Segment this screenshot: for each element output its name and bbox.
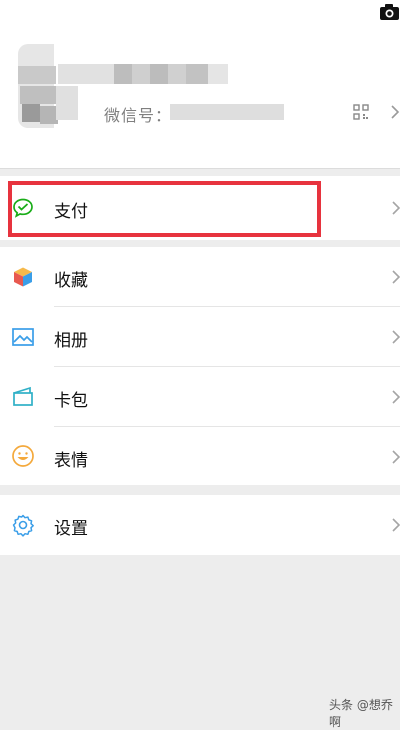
chevron-right-icon (392, 201, 400, 215)
smiley-icon (12, 445, 34, 467)
menu-item-label: 卡包 (54, 391, 88, 411)
chevron-right-icon (392, 450, 400, 464)
gear-icon (12, 514, 34, 537)
camera-icon[interactable] (378, 2, 400, 22)
menu-item-album[interactable]: 相册 (0, 307, 400, 367)
photo-album-icon (12, 328, 34, 346)
profile-header[interactable]: 微信号： (0, 0, 400, 169)
chevron-right-icon (391, 105, 400, 119)
menu-item-cards[interactable]: 卡包 (0, 367, 400, 426)
menu-item-favorites[interactable]: 收藏 (0, 247, 400, 307)
menu-item-label: 相册 (54, 331, 88, 351)
settings-section: 设置 (0, 495, 400, 555)
highlight-box (8, 181, 321, 237)
cube-icon (14, 267, 32, 287)
features-section: 收藏 相册 卡包 表情 (0, 247, 400, 485)
chevron-right-icon (392, 518, 400, 532)
menu-item-label: 收藏 (54, 271, 88, 291)
qr-code-icon[interactable] (353, 104, 369, 120)
wechat-id-value (170, 104, 284, 120)
menu-item-stickers[interactable]: 表情 (0, 427, 400, 485)
chevron-right-icon (392, 390, 400, 404)
menu-item-label: 表情 (54, 451, 88, 471)
menu-item-label: 设置 (54, 519, 88, 539)
wechat-id-label: 微信号： (104, 106, 173, 125)
watermark: 头条 @想乔啊 (329, 698, 393, 729)
menu-item-settings[interactable]: 设置 (0, 495, 400, 555)
chevron-right-icon (392, 330, 400, 344)
chevron-right-icon (392, 270, 400, 284)
card-wallet-icon (13, 386, 33, 406)
